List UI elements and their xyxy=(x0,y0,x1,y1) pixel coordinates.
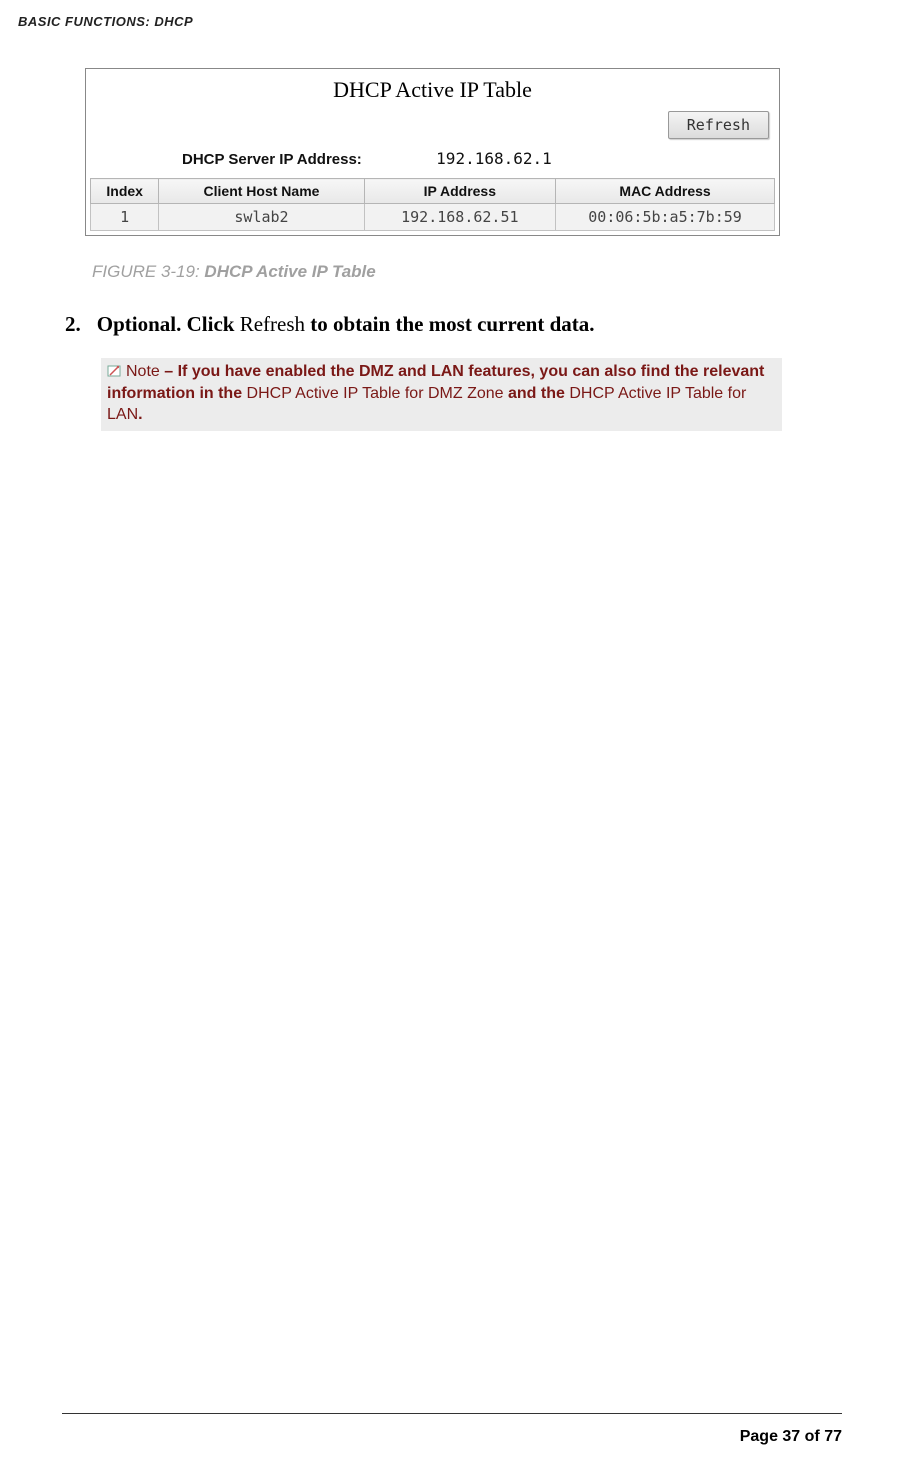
note-b2: and the xyxy=(504,385,570,402)
step-2-line: 2.Optional. Click Refresh to obtain the … xyxy=(65,312,595,337)
col-ip: IP Address xyxy=(364,179,556,204)
step-number: 2. xyxy=(65,312,97,336)
note-r1: DHCP Active IP Table for DMZ Zone xyxy=(247,385,504,402)
col-mac: MAC Address xyxy=(556,179,775,204)
page-footer: Page 37 of 77 xyxy=(62,1413,842,1446)
note-b3: . xyxy=(138,406,142,423)
step-reg: Refresh xyxy=(240,312,305,336)
note-icon xyxy=(107,363,123,377)
col-host: Client Host Name xyxy=(159,179,364,204)
refresh-button[interactable]: Refresh xyxy=(668,111,769,139)
step-bold-a: Optional. Click xyxy=(97,312,240,336)
cell-host: swlab2 xyxy=(159,204,364,231)
server-ip-row: DHCP Server IP Address: 192.168.62.1 xyxy=(86,147,779,178)
table-header-row: Index Client Host Name IP Address MAC Ad… xyxy=(91,179,775,204)
figure-dhcp-active-ip-table: DHCP Active IP Table Refresh DHCP Server… xyxy=(85,68,780,236)
caption-bold: DHCP Active IP Table xyxy=(204,262,375,281)
server-ip-value: 192.168.62.1 xyxy=(436,149,552,168)
cell-mac: 00:06:5b:a5:7b:59 xyxy=(556,204,775,231)
note-box: Note – If you have enabled the DMZ and L… xyxy=(101,358,782,431)
cell-index: 1 xyxy=(91,204,159,231)
figure-caption: FIGURE 3-19: DHCP Active IP Table xyxy=(92,262,376,282)
server-ip-label: DHCP Server IP Address: xyxy=(182,151,432,168)
note-label: Note xyxy=(126,363,160,380)
figure-title: DHCP Active IP Table xyxy=(86,69,779,109)
page-header: BASIC FUNCTIONS: DHCP xyxy=(18,14,193,29)
refresh-row: Refresh xyxy=(86,109,779,147)
cell-ip: 192.168.62.51 xyxy=(364,204,556,231)
table-row: 1 swlab2 192.168.62.51 00:06:5b:a5:7b:59 xyxy=(91,204,775,231)
step-bold-b: to obtain the most current data. xyxy=(305,312,595,336)
caption-prefix: FIGURE 3-19: xyxy=(92,262,204,281)
note-dash: – xyxy=(160,363,178,380)
dhcp-table: Index Client Host Name IP Address MAC Ad… xyxy=(90,178,775,231)
col-index: Index xyxy=(91,179,159,204)
